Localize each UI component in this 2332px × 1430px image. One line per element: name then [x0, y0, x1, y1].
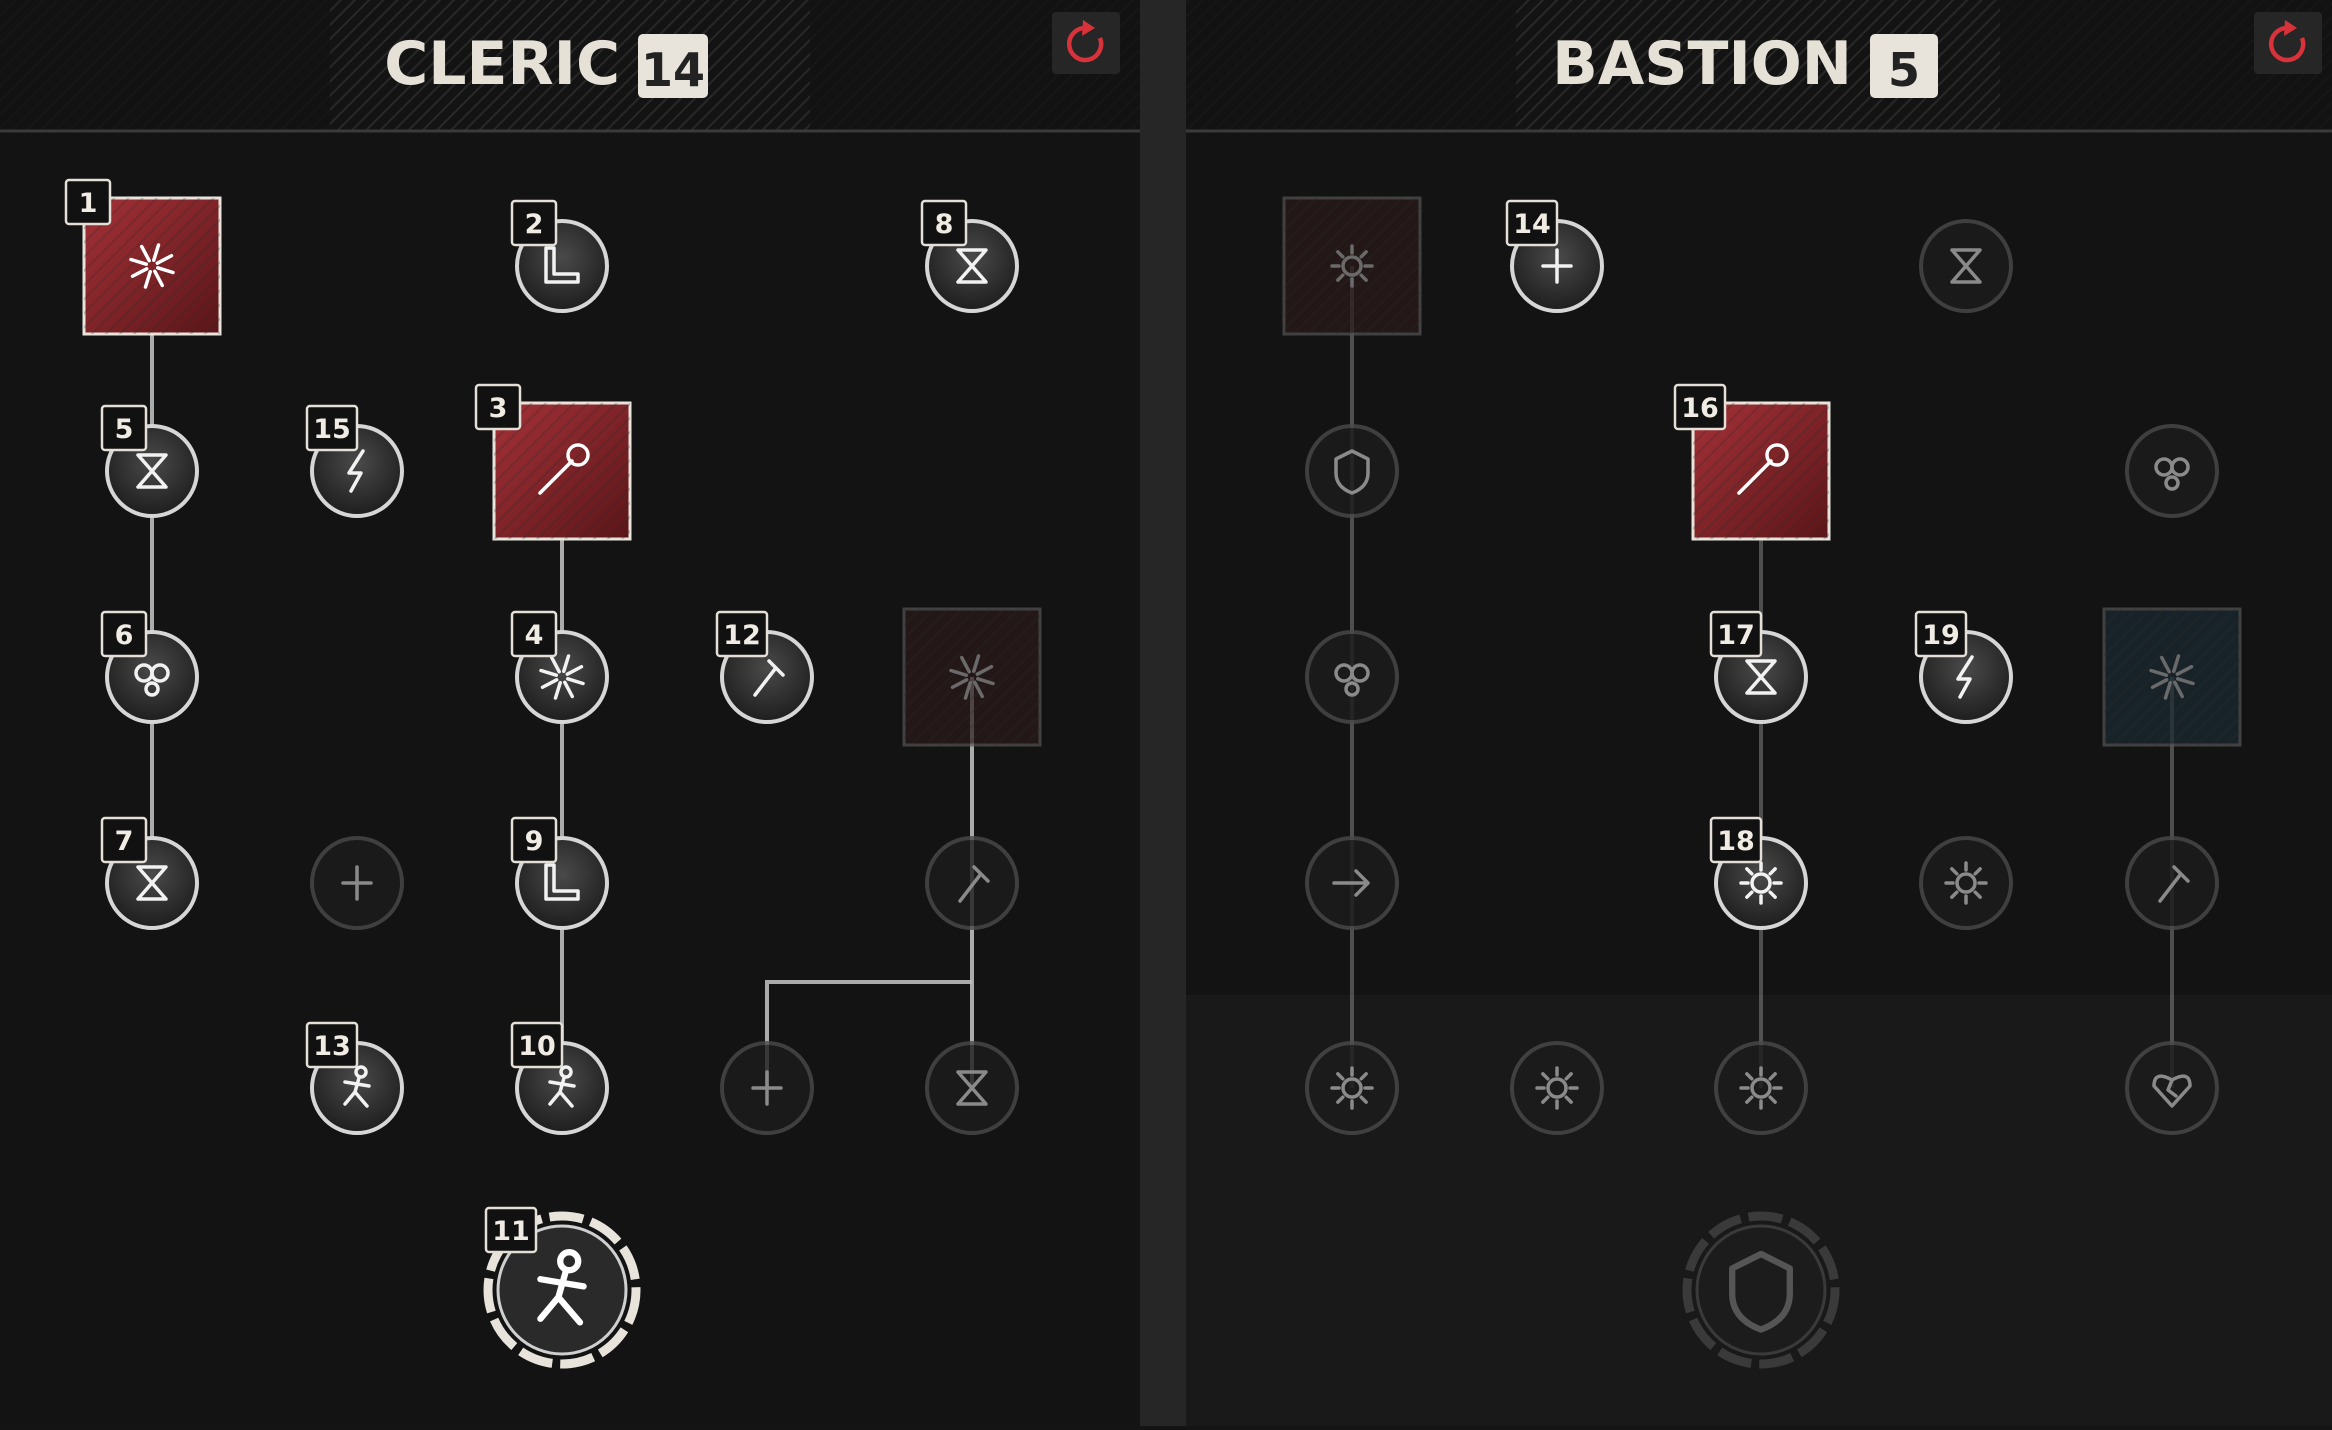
bastion-talent-node[interactable] [1305, 1041, 1399, 1135]
bastion-reset-button[interactable] [2254, 12, 2322, 74]
order-badge: 1 [64, 178, 112, 226]
cleric-talent-node[interactable] [720, 1041, 814, 1135]
cleric-reset-button[interactable] [1052, 12, 1120, 74]
bastion-talent-node[interactable] [2102, 607, 2242, 747]
order-number: 19 [1922, 620, 1960, 651]
order-badge: 10 [510, 1021, 564, 1069]
order-number: 12 [723, 620, 761, 651]
order-number: 17 [1717, 620, 1755, 651]
order-number: 15 [313, 414, 351, 445]
bastion-talent-node[interactable] [1282, 196, 1422, 336]
order-badge: 18 [1709, 816, 1763, 864]
bastion-talent-node[interactable] [1305, 424, 1399, 518]
order-badge: 7 [100, 816, 148, 864]
order-badge: 6 [100, 610, 148, 658]
order-badge: 5 [100, 404, 148, 452]
bastion-talent-node[interactable] [1714, 1041, 1808, 1135]
panel-divider [1140, 0, 1186, 1426]
order-badge: 16 [1673, 383, 1727, 431]
order-badge: 4 [510, 610, 558, 658]
order-badge: 9 [510, 816, 558, 864]
bastion-title: BASTION [1552, 29, 1852, 99]
order-badge: 13 [305, 1021, 359, 1069]
bastion-talent-node[interactable] [1919, 836, 2013, 930]
cleric-talent-node[interactable] [310, 836, 404, 930]
order-number: 14 [1513, 209, 1551, 240]
bastion-talent-node[interactable] [1510, 1041, 1604, 1135]
order-badge: 12 [715, 610, 769, 658]
cleric-title: CLERIC [384, 29, 620, 99]
bastion-points: 5 [1888, 43, 1920, 97]
order-number: 1 [79, 188, 98, 219]
cleric-talent-node[interactable]: 1 [64, 178, 222, 336]
order-badge: 2 [510, 199, 558, 247]
cleric-talent-node[interactable] [902, 607, 1042, 747]
bastion-talent-node[interactable] [2125, 1041, 2219, 1135]
order-number: 7 [115, 826, 134, 857]
cleric-talent-node[interactable] [925, 836, 1019, 930]
bastion-talent-node[interactable] [1305, 836, 1399, 930]
order-number: 8 [935, 209, 954, 240]
order-number: 11 [492, 1216, 530, 1247]
order-badge: 17 [1709, 610, 1763, 658]
order-number: 13 [313, 1031, 351, 1062]
order-badge: 8 [920, 199, 968, 247]
order-badge: 14 [1505, 199, 1559, 247]
order-number: 4 [525, 620, 544, 651]
bastion-talent-node[interactable] [1305, 630, 1399, 724]
order-number: 9 [525, 826, 544, 857]
order-number: 2 [525, 209, 544, 240]
order-number: 16 [1681, 393, 1719, 424]
bastion-talent-node[interactable] [2125, 424, 2219, 518]
bastion-talent-node[interactable] [1919, 219, 2013, 313]
talent-trees-canvas: CLERIC 14 BASTION 5 12 85 1536 4 127 913 10111… [0, 0, 2332, 1426]
bastion-talent-node[interactable] [2125, 836, 2219, 930]
cleric-talent-node[interactable]: 3 [474, 383, 632, 541]
order-number: 10 [518, 1031, 556, 1062]
cleric-ultimate-node[interactable]: 11 [483, 1206, 641, 1369]
order-badge: 3 [474, 383, 522, 431]
order-number: 18 [1717, 826, 1755, 857]
order-badge: 11 [484, 1206, 538, 1254]
order-number: 5 [115, 414, 134, 445]
order-badge: 15 [305, 404, 359, 452]
cleric-talent-node[interactable] [925, 1041, 1019, 1135]
order-number: 6 [115, 620, 134, 651]
bastion-talent-node[interactable]: 16 [1673, 383, 1831, 541]
order-number: 3 [489, 393, 508, 424]
talent-screen: CLERIC 14 BASTION 5 1 2 8 5 15 3 6 4 12 7 9 13 10 11 1… [0, 0, 2332, 1426]
order-badge: 19 [1914, 610, 1968, 658]
cleric-points: 14 [641, 43, 705, 97]
